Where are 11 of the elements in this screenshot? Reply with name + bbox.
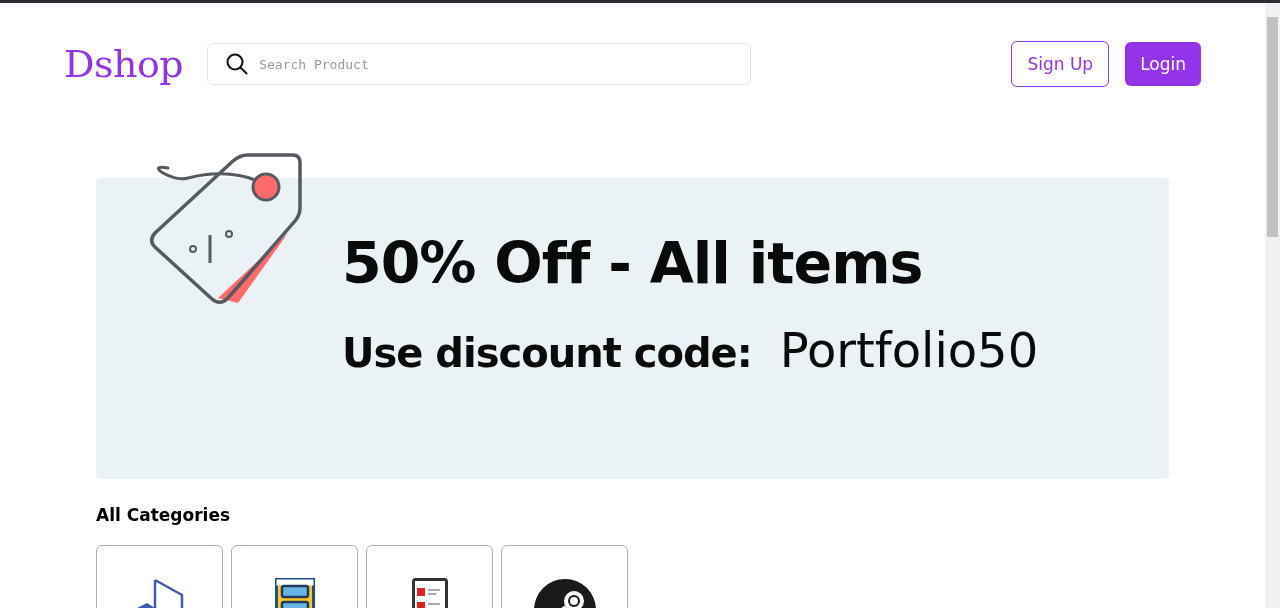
sign-up-button[interactable]: Sign Up — [1011, 41, 1110, 87]
discount-code: Portfolio50 — [779, 322, 1039, 378]
search-field[interactable]: Search Product — [207, 43, 752, 85]
section-title: All Categories — [96, 505, 232, 525]
search-input[interactable]: Search Product — [257, 55, 722, 73]
search-icon — [226, 53, 249, 75]
scrollbar[interactable] — [1265, 3, 1280, 608]
discount-label: Use discount code: — [342, 330, 752, 376]
banner-headline: 50% Off - All items — [342, 230, 924, 296]
logo[interactable]: Dshop — [64, 42, 184, 86]
login-button[interactable]: Login — [1125, 42, 1201, 86]
